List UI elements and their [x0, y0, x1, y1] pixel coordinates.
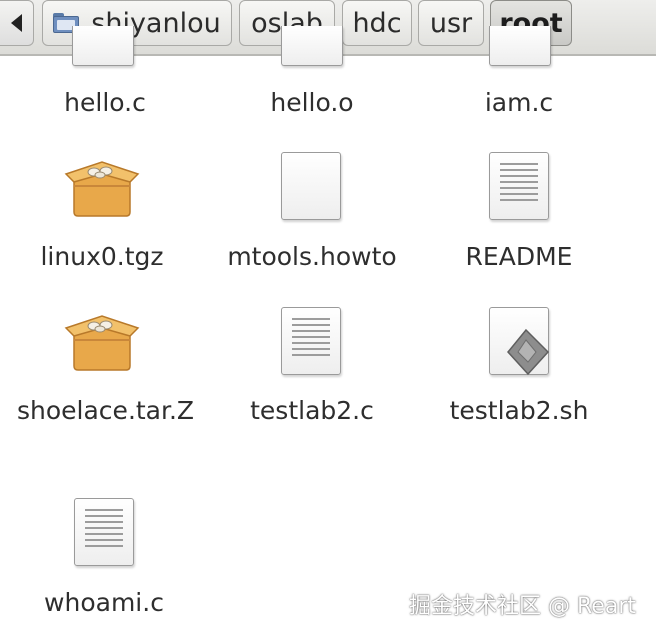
file-name: testlab2.c: [250, 396, 374, 425]
document-icon: [281, 26, 343, 66]
watermark-text: 掘金技术社区 @ Reart: [409, 594, 636, 619]
file-name: linux0.tgz: [40, 242, 164, 271]
file-name: testlab2.sh: [449, 396, 589, 425]
file-name: hello.o: [270, 88, 354, 117]
file-name: mtools.howto: [227, 242, 397, 271]
archive-box-icon: [64, 161, 140, 217]
crumb-usr[interactable]: usr: [418, 0, 484, 46]
file-name: whoami.c: [44, 588, 164, 617]
script-document-icon: [489, 307, 550, 376]
crumb-label: usr: [429, 7, 473, 39]
text-document-icon: [281, 307, 341, 375]
text-document-icon: [489, 152, 549, 220]
document-icon: [72, 26, 134, 66]
script-gear-icon: [507, 328, 550, 376]
arrow-left-icon: [11, 14, 22, 32]
file-grid: hello.c hello.o iam.c linux0.tgz mtools.…: [0, 26, 656, 638]
file-name: hello.c: [64, 88, 146, 117]
back-button[interactable]: [0, 0, 34, 46]
blank-document-icon: [281, 152, 341, 220]
file-name: iam.c: [484, 88, 554, 117]
file-name: shoelace.tar.Z: [17, 396, 195, 425]
crumb-label: hdc: [352, 7, 402, 39]
document-icon: [489, 26, 551, 66]
crumb-hdc[interactable]: hdc: [342, 0, 412, 46]
crumb-shiyanlou[interactable]: shiyanlou: [42, 0, 232, 46]
archive-box-icon: [64, 315, 140, 371]
text-document-icon: [74, 498, 134, 566]
file-name: README: [465, 242, 573, 271]
